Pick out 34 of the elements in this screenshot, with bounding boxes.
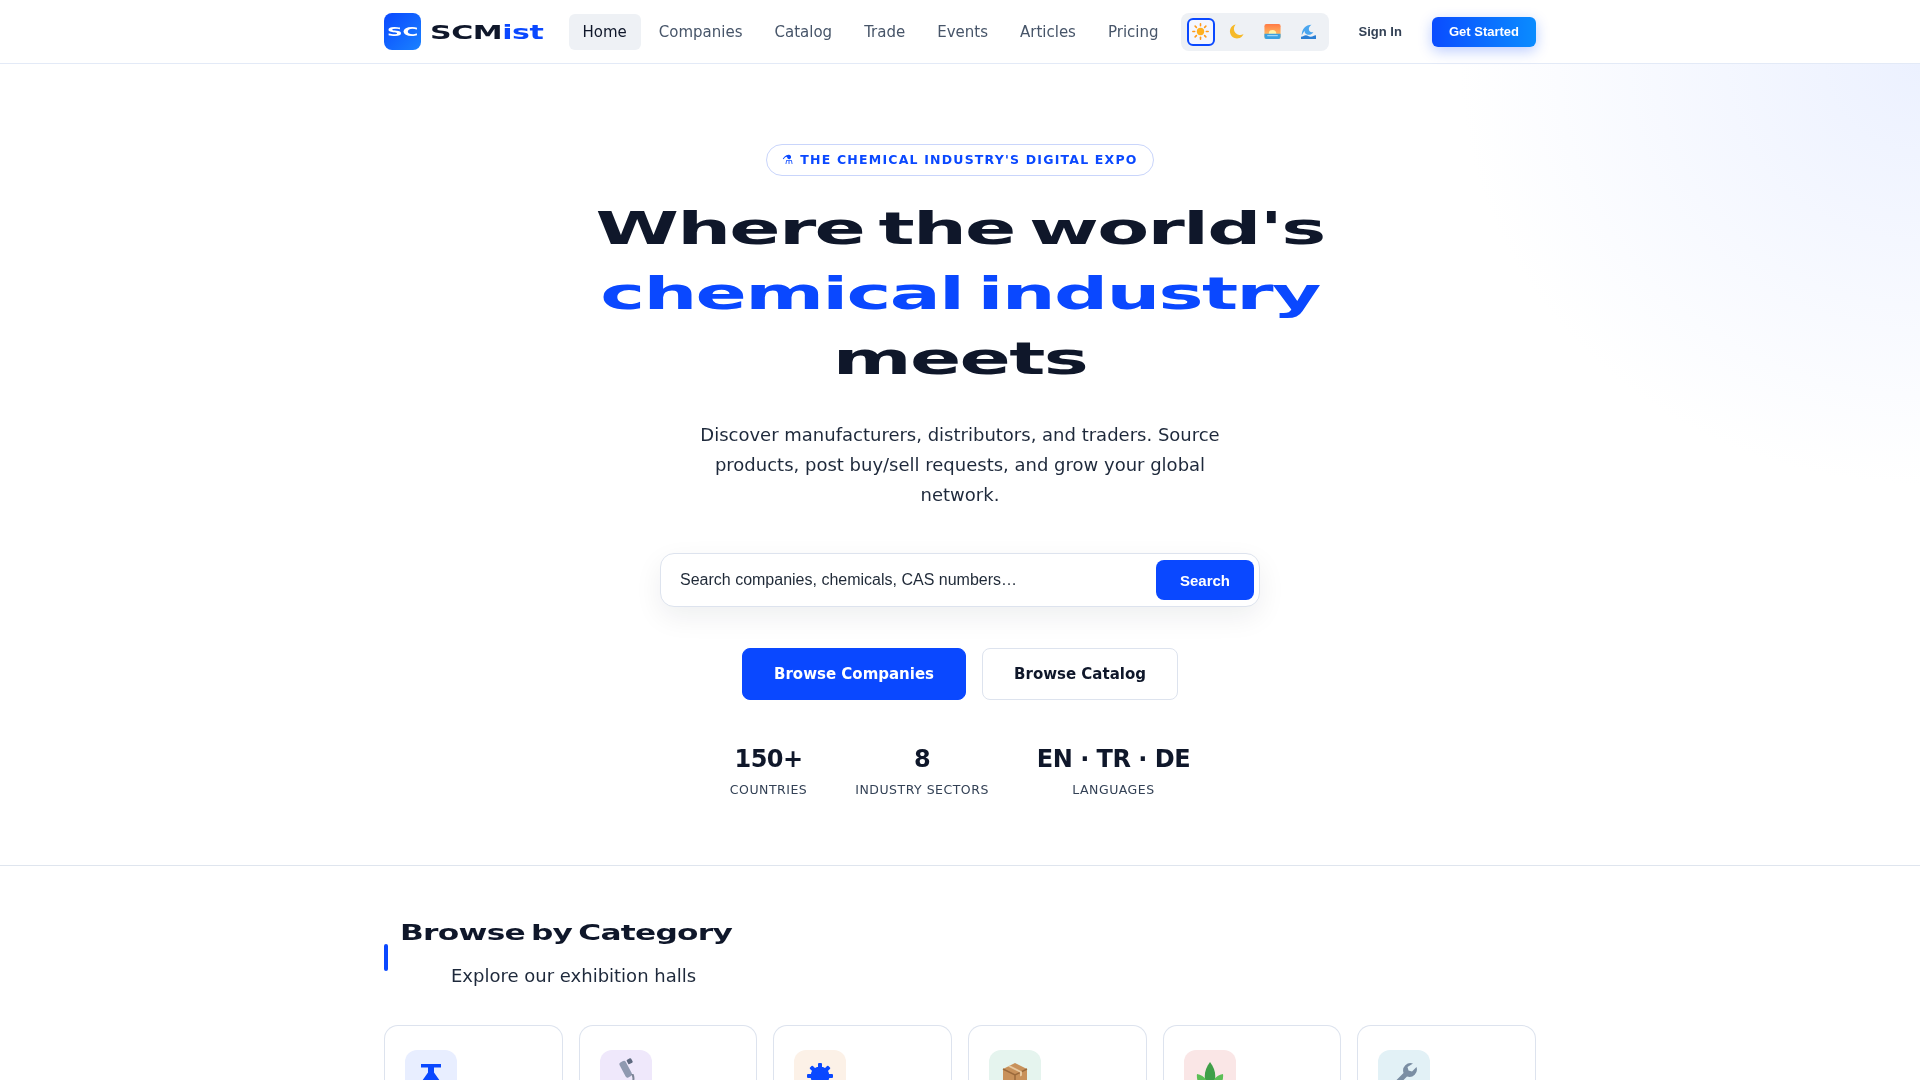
nav-link[interactable]: Events [923, 13, 1002, 50]
search-field[interactable]: Search companies, chemicals, CAS numbers… Search [660, 553, 1260, 607]
hero-badge: ⚗ THE CHEMICAL INDUSTRY'S DIGITAL EXPO [766, 144, 1154, 176]
stat-value: 150+ [734, 744, 803, 775]
sign-in-button[interactable]: Sign In [1344, 16, 1416, 47]
section-subtitle: Explore our exhibition halls [451, 964, 697, 988]
browse-companies-button[interactable]: Browse Companies [742, 648, 967, 700]
hero-headline: Where the world's chemical industry meets [595, 202, 1325, 386]
nav-link[interactable]: Companies [644, 13, 757, 50]
sun-icon [1192, 23, 1210, 40]
wave-icon [1300, 24, 1318, 39]
category-card[interactable] [968, 1025, 1147, 1080]
theme-button[interactable] [1186, 17, 1215, 46]
get-started-button[interactable]: Get Started [1431, 16, 1536, 47]
category-card[interactable] [773, 1025, 952, 1080]
stat-value: 8 [913, 744, 931, 775]
logo-wordmark: SCMist [430, 19, 544, 44]
nav-link[interactable]: Catalog [760, 13, 847, 50]
nav-link[interactable]: Pricing [1093, 13, 1173, 50]
nav-link[interactable]: Articles [1006, 13, 1090, 50]
logo-mark: SC [384, 13, 421, 50]
hero-description: Discover manufacturers, distributors, and traders. Source products, post buy/sell requests, and grow your global network. [700, 423, 1220, 507]
nav-link[interactable]: Home [568, 13, 641, 50]
section-title: Browse by Category [400, 919, 733, 947]
stat-label: COUNTRIES [729, 781, 808, 799]
nav-link[interactable]: Trade [850, 13, 920, 50]
moon-icon [1229, 24, 1245, 39]
accent-bar [384, 944, 388, 971]
search-button[interactable]: Search [1156, 560, 1254, 600]
sunrise-icon [1264, 24, 1282, 39]
browse-catalog-button[interactable]: Browse Catalog [982, 648, 1178, 700]
stat-label: LANGUAGES [1072, 781, 1155, 799]
stat-value: EN · TR · DE [1036, 744, 1191, 775]
stat-label: INDUSTRY SECTORS [855, 781, 989, 799]
